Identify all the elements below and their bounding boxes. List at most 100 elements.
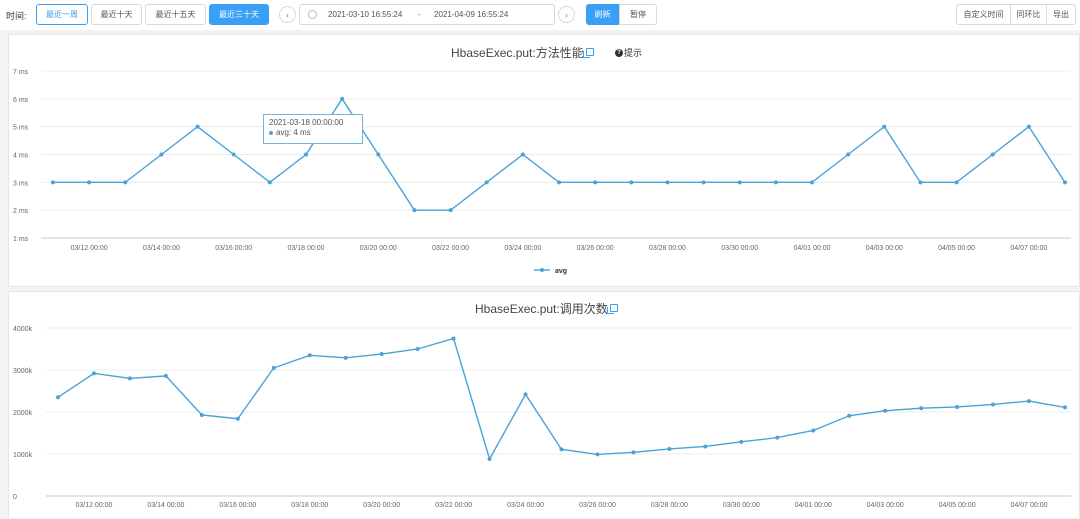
x-tick-label: 04/03 00:00 <box>866 245 903 252</box>
copy-icon[interactable] <box>607 304 618 314</box>
data-point <box>87 180 92 185</box>
chart-title: HbaseExec.put:调用次数 <box>475 302 608 316</box>
chart-tooltip: 2021-03-18 00:00:00 avg: 4 ms <box>263 114 363 144</box>
data-point <box>775 435 780 440</box>
data-point <box>343 355 348 360</box>
y-tick-label: 4 ms <box>13 153 29 160</box>
data-point <box>235 416 240 421</box>
y-tick-label: 1000k <box>13 452 33 459</box>
data-point <box>559 447 564 452</box>
performance-chart: 1 ms 2 ms 3 ms 4 ms 5 ms 6 ms 7 ms 03/12 00:00 0… <box>13 69 1071 275</box>
pause-button[interactable]: 暂停 <box>619 4 657 25</box>
y-tick-label: 2000k <box>13 410 33 417</box>
data-point <box>231 152 236 157</box>
refresh-button[interactable]: 刷新 <box>586 4 619 25</box>
data-point <box>667 446 672 451</box>
x-tick-label: 03/18 00:00 <box>288 245 325 252</box>
y-tick-label: 3 ms <box>13 180 29 187</box>
end-time: 2021-04-09 16:55:24 <box>434 10 509 19</box>
data-point <box>810 180 814 185</box>
range-thirty-days-button[interactable]: 最近三十天 <box>209 4 269 25</box>
data-point <box>412 208 417 213</box>
range-ten-days-button[interactable]: 最近十天 <box>91 4 142 25</box>
x-tick-label: 04/01 00:00 <box>795 502 832 509</box>
call-count-chart-panel: 0 1000k 2000k 3000k 4000k 03/12 00:00 03/14 00… <box>8 291 1080 518</box>
copy-icon[interactable] <box>583 48 594 58</box>
data-point <box>883 408 888 413</box>
x-tick-label: 03/20 00:00 <box>360 245 397 252</box>
data-point <box>340 96 345 101</box>
compare-button[interactable]: 同环比 <box>1010 4 1047 25</box>
data-point <box>665 180 670 185</box>
data-point <box>91 371 96 376</box>
export-button[interactable]: 导出 <box>1046 4 1076 25</box>
data-point <box>955 404 960 409</box>
data-point <box>51 180 55 185</box>
data-point <box>199 412 204 417</box>
x-tick-label: 03/16 00:00 <box>215 245 252 252</box>
data-point <box>593 180 598 185</box>
time-label: 时间: <box>6 11 27 21</box>
data-point <box>520 152 525 157</box>
x-tick-label: 04/07 00:00 <box>1010 245 1047 252</box>
call-count-chart: 0 1000k 2000k 3000k 4000k 03/12 00:00 03/14 00… <box>13 326 1071 509</box>
x-tick-label: 03/14 00:00 <box>147 502 184 509</box>
data-point <box>846 152 851 157</box>
range-separator: - <box>418 10 421 19</box>
chevron-left-icon[interactable]: ‹ <box>279 6 296 23</box>
data-point <box>448 208 453 213</box>
data-point <box>847 413 852 418</box>
chart-title: HbaseExec.put:方法性能 <box>451 46 584 60</box>
y-tick-label: 1 ms <box>13 236 29 243</box>
data-point <box>990 152 995 157</box>
x-tick-label: 03/28 00:00 <box>651 502 688 509</box>
custom-time-button[interactable]: 自定义时间 <box>956 4 1011 25</box>
x-tick-label: 03/22 00:00 <box>432 245 469 252</box>
x-tick-label: 03/16 00:00 <box>219 502 256 509</box>
data-point <box>811 428 816 433</box>
data-point <box>629 180 634 185</box>
data-point <box>701 180 706 185</box>
data-point <box>123 180 128 185</box>
data-point <box>487 457 492 462</box>
data-point <box>484 180 489 185</box>
hint-button[interactable]: ? 提示 <box>615 46 642 59</box>
data-point <box>159 152 164 157</box>
chevron-right-icon[interactable]: › <box>558 6 575 23</box>
x-tick-label: 03/30 00:00 <box>723 502 760 509</box>
y-tick-label: 5 ms <box>13 125 29 132</box>
data-point <box>267 180 272 185</box>
x-tick-label: 03/18 00:00 <box>291 502 328 509</box>
data-point <box>376 152 381 157</box>
performance-chart-panel: 1 ms 2 ms 3 ms 4 ms 5 ms 6 ms 7 ms 03/12 00:00 0… <box>8 34 1080 287</box>
range-week-button[interactable]: 最近一周 <box>36 4 88 25</box>
x-tick-label: 04/03 00:00 <box>867 502 904 509</box>
data-point <box>918 180 923 185</box>
y-tick-label: 2 ms <box>13 208 29 215</box>
x-tick-label: 03/26 00:00 <box>579 502 616 509</box>
toolbar: 时间: 最近一周 最近十天 最近十五天 最近三十天 ‹ 2021-03-10 1… <box>0 0 1080 30</box>
data-point <box>631 450 636 455</box>
data-point <box>739 439 744 444</box>
date-range-picker[interactable]: 2021-03-10 16:55:24 - 2021-04-09 16:55:2… <box>299 4 555 25</box>
x-tick-label: 04/07 00:00 <box>1011 502 1048 509</box>
data-point <box>991 402 996 407</box>
x-tick-label: 03/20 00:00 <box>363 502 400 509</box>
question-icon: ? <box>615 48 623 57</box>
x-tick-label: 03/12 00:00 <box>71 245 108 252</box>
range-fifteen-days-button[interactable]: 最近十五天 <box>145 4 206 25</box>
data-point <box>595 452 600 457</box>
right-button-group: 自定义时间 同环比 导出 <box>956 4 1076 25</box>
y-tick-label: 7 ms <box>13 69 29 76</box>
tooltip-value: avg: 4 ms <box>276 128 311 137</box>
data-point <box>451 336 456 341</box>
data-point <box>415 347 420 351</box>
x-tick-label: 03/28 00:00 <box>649 245 686 252</box>
x-tick-label: 04/01 00:00 <box>794 245 831 252</box>
y-tick-label: 3000k <box>13 368 33 375</box>
legend-marker <box>540 268 544 272</box>
data-point <box>1027 399 1032 404</box>
data-point <box>1026 124 1031 129</box>
data-point <box>127 376 132 381</box>
x-tick-label: 03/24 00:00 <box>507 502 544 509</box>
